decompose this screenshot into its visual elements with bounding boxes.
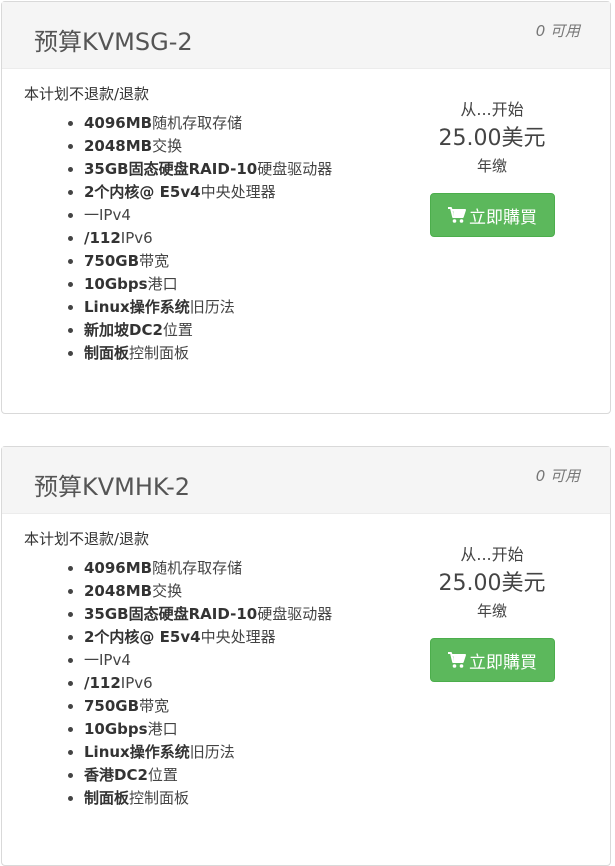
feature-label: 中央处理器 bbox=[200, 183, 276, 201]
product-title: 预算KVMSG-2 bbox=[34, 28, 193, 56]
feature-value: /112 bbox=[84, 229, 121, 247]
price-from-label: 从...开始 bbox=[460, 545, 524, 564]
feature-value: 35GB固态硬盘RAID-10 bbox=[84, 160, 258, 178]
feature-label: 硬盘驱动器 bbox=[257, 160, 333, 178]
availability-badge: 0 可用 bbox=[535, 22, 580, 40]
feature-list: 4096MB随机存取存储2048MB交换35GB固态硬盘RAID-10硬盘驱动器… bbox=[64, 557, 332, 810]
feature-label: IPv6 bbox=[120, 674, 153, 692]
feature-label: 位置 bbox=[162, 321, 193, 339]
feature-item: 4096MB随机存取存储 bbox=[84, 557, 332, 580]
feature-item: Linux操作系统旧历法 bbox=[84, 741, 332, 764]
feature-item: /112IPv6 bbox=[84, 227, 332, 250]
availability-badge: 0 可用 bbox=[535, 467, 580, 485]
feature-item: 750GB带宽 bbox=[84, 250, 332, 273]
feature-value: 10Gbps bbox=[84, 720, 148, 738]
pricing-block: 从...开始 25.00美元 年缴 立即購買 bbox=[422, 544, 562, 682]
feature-item: /112IPv6 bbox=[84, 672, 332, 695]
product-card-kvmsg: 预算KVMSG-2 0 可用 本计划不退款/退款 4096MB随机存取存储204… bbox=[1, 1, 611, 414]
feature-list: 4096MB随机存取存储2048MB交换35GB固态硬盘RAID-10硬盘驱动器… bbox=[64, 112, 332, 365]
feature-label: 硬盘驱动器 bbox=[257, 605, 333, 623]
feature-label: 控制面板 bbox=[129, 789, 190, 807]
feature-label: 港口 bbox=[147, 275, 178, 293]
buy-now-label: 立即購買 bbox=[469, 652, 537, 673]
feature-label: IPv6 bbox=[120, 229, 153, 247]
product-card-kvmhk: 预算KVMHK-2 0 可用 本计划不退款/退款 4096MB随机存取存储204… bbox=[1, 446, 611, 866]
feature-label: 旧历法 bbox=[189, 298, 235, 316]
feature-value: 香港DC2 bbox=[84, 766, 148, 784]
feature-value: 10Gbps bbox=[84, 275, 148, 293]
product-card-header: 预算KVMSG-2 0 可用 bbox=[2, 2, 610, 69]
feature-label: 位置 bbox=[147, 766, 178, 784]
feature-label: 港口 bbox=[147, 720, 178, 738]
refund-note: 本计划不退款/退款 bbox=[24, 530, 150, 548]
product-card-header: 预算KVMHK-2 0 可用 bbox=[2, 447, 610, 514]
feature-label: 带宽 bbox=[139, 697, 170, 715]
feature-value: Linux操作系统 bbox=[84, 298, 190, 316]
feature-item: 香港DC2位置 bbox=[84, 764, 332, 787]
feature-value: 4096MB bbox=[84, 114, 153, 132]
feature-value: 制面板 bbox=[84, 344, 130, 362]
product-title: 预算KVMHK-2 bbox=[34, 473, 191, 501]
buy-now-button[interactable]: 立即購買 bbox=[429, 638, 555, 682]
feature-value: 4096MB bbox=[84, 559, 153, 577]
feature-label: 随机存取存储 bbox=[152, 559, 243, 577]
price-from-label: 从...开始 bbox=[460, 100, 524, 119]
feature-label: 控制面板 bbox=[129, 344, 190, 362]
feature-item: 35GB固态硬盘RAID-10硬盘驱动器 bbox=[84, 603, 332, 626]
feature-value: 750GB bbox=[84, 697, 140, 715]
price-value: 25.00美元 bbox=[438, 571, 546, 596]
feature-label: 一IPv4 bbox=[84, 206, 131, 224]
feature-item: 2048MB交换 bbox=[84, 580, 332, 603]
feature-label: 带宽 bbox=[139, 252, 170, 270]
feature-item: 2个内核@ E5v4中央处理器 bbox=[84, 181, 332, 204]
feature-item: 制面板控制面板 bbox=[84, 787, 332, 810]
feature-item: 一IPv4 bbox=[84, 649, 332, 672]
feature-item: 750GB带宽 bbox=[84, 695, 332, 718]
feature-item: 10Gbps港口 bbox=[84, 273, 332, 296]
feature-item: Linux操作系统旧历法 bbox=[84, 296, 332, 319]
feature-value: 750GB bbox=[84, 252, 140, 270]
feature-label: 中央处理器 bbox=[200, 628, 276, 646]
feature-label: 一IPv4 bbox=[84, 651, 131, 669]
feature-value: 2个内核@ E5v4 bbox=[84, 628, 201, 646]
feature-item: 制面板控制面板 bbox=[84, 342, 332, 365]
feature-value: 35GB固态硬盘RAID-10 bbox=[84, 605, 258, 623]
feature-label: 交换 bbox=[152, 137, 183, 155]
billing-cycle: 年缴 bbox=[476, 602, 507, 620]
feature-value: 制面板 bbox=[84, 789, 130, 807]
pricing-block: 从...开始 25.00美元 年缴 立即購買 bbox=[422, 99, 562, 237]
feature-value: Linux操作系统 bbox=[84, 743, 190, 761]
feature-label: 交换 bbox=[152, 582, 183, 600]
billing-cycle: 年缴 bbox=[476, 157, 507, 175]
feature-value: 2048MB bbox=[84, 582, 153, 600]
feature-value: 2048MB bbox=[84, 137, 153, 155]
feature-value: 2个内核@ E5v4 bbox=[84, 183, 201, 201]
shopping-cart-icon bbox=[448, 652, 466, 668]
buy-now-label: 立即購買 bbox=[469, 207, 537, 228]
feature-item: 一IPv4 bbox=[84, 204, 332, 227]
buy-now-button[interactable]: 立即購買 bbox=[429, 193, 555, 237]
feature-item: 4096MB随机存取存储 bbox=[84, 112, 332, 135]
feature-value: /112 bbox=[84, 674, 121, 692]
feature-item: 2个内核@ E5v4中央处理器 bbox=[84, 626, 332, 649]
shopping-cart-icon bbox=[448, 207, 466, 223]
feature-item: 新加坡DC2位置 bbox=[84, 319, 332, 342]
feature-value: 新加坡DC2 bbox=[84, 321, 163, 339]
feature-item: 2048MB交换 bbox=[84, 135, 332, 158]
feature-label: 旧历法 bbox=[189, 743, 235, 761]
feature-item: 10Gbps港口 bbox=[84, 718, 332, 741]
price-value: 25.00美元 bbox=[438, 126, 546, 151]
feature-label: 随机存取存储 bbox=[152, 114, 243, 132]
feature-item: 35GB固态硬盘RAID-10硬盘驱动器 bbox=[84, 158, 332, 181]
refund-note: 本计划不退款/退款 bbox=[24, 85, 150, 103]
